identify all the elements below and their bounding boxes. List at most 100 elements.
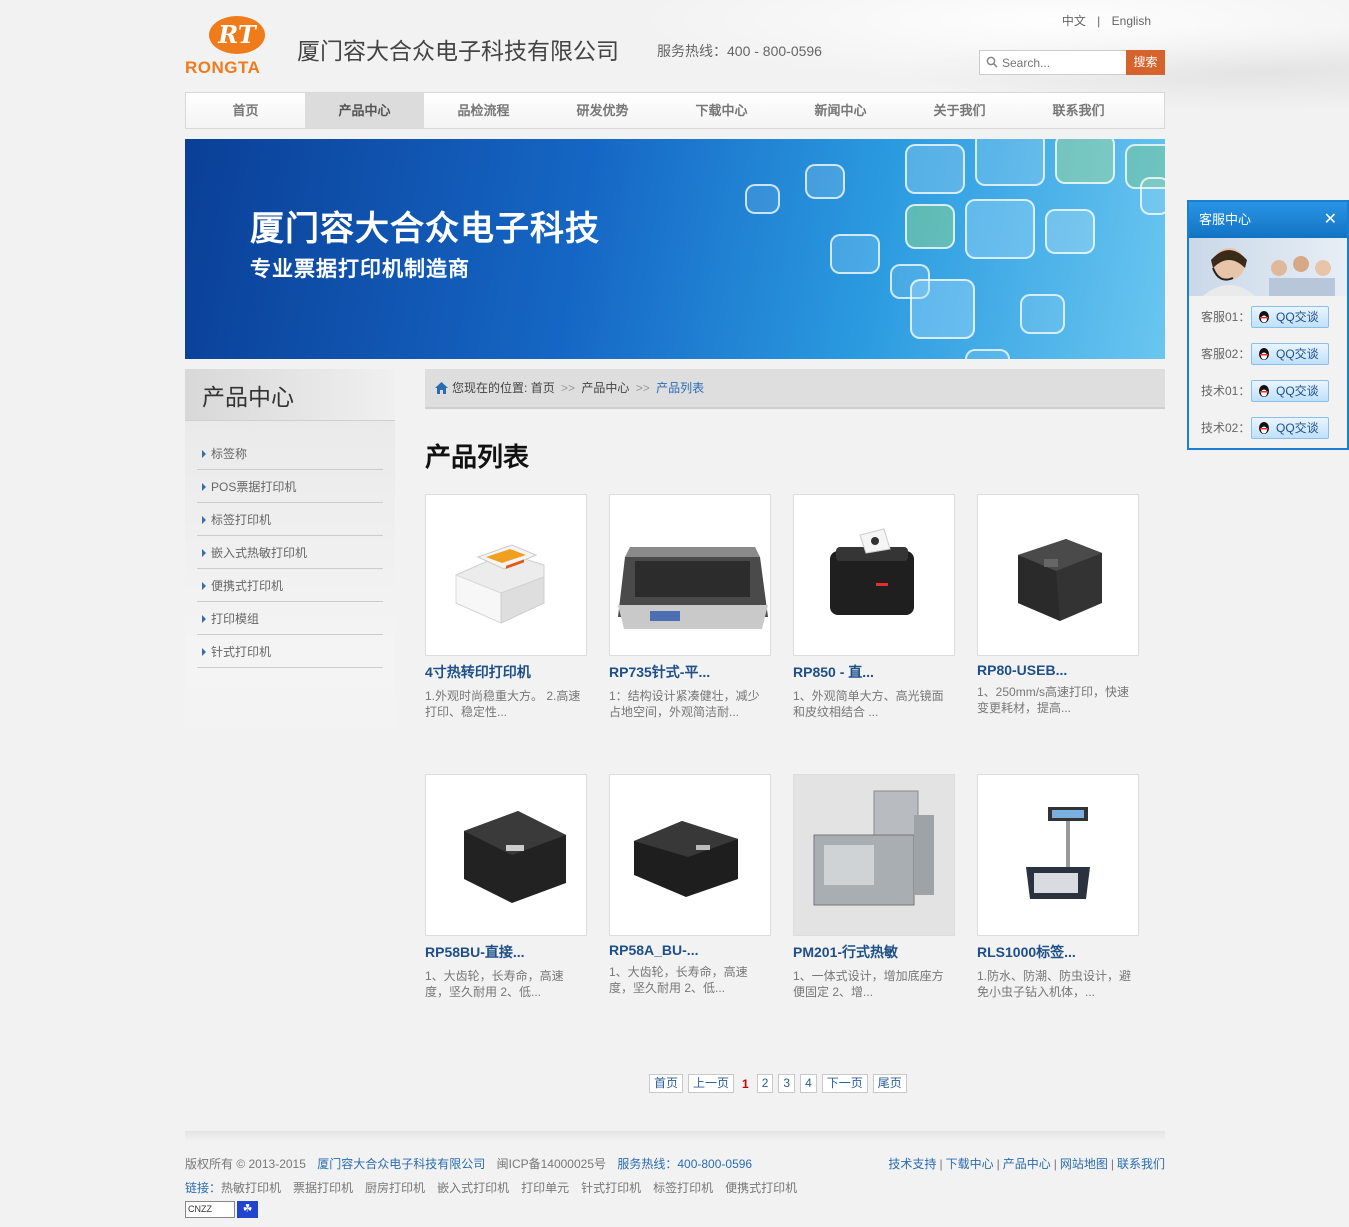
service-row: 客服01：	[1201, 306, 1250, 328]
cnzz-badge[interactable]: CNZZ	[185, 1201, 235, 1218]
print-module-image	[813, 790, 934, 906]
qq-chat-label: QQ交谈	[1276, 310, 1319, 324]
category-item[interactable]: 打印模组	[197, 602, 383, 635]
category-item[interactable]: POS票据打印机	[197, 470, 383, 503]
nav-item-about[interactable]: 关于我们	[900, 93, 1019, 128]
product-name[interactable]: RP58A_BU-...	[609, 942, 771, 958]
product-name[interactable]: PM201-行式热敏	[793, 942, 955, 962]
category-item[interactable]: 针式打印机	[197, 635, 383, 668]
banner-decor	[805, 164, 845, 199]
product-image[interactable]	[977, 494, 1139, 656]
product-name[interactable]: RP80-USEB...	[977, 662, 1139, 678]
breadcrumb-products[interactable]: 产品中心	[581, 381, 629, 395]
product-card[interactable]: RP735针式-平... 1：结构设计紧凑健壮，减少占地空间，外观简洁耐...	[609, 494, 771, 720]
qq-chat-button[interactable]: QQ交谈	[1251, 417, 1329, 439]
receipt-printer-image	[634, 821, 738, 897]
qq-chat-label: QQ交谈	[1276, 384, 1319, 398]
friend-link[interactable]: 便携式打印机	[725, 1181, 797, 1195]
product-card[interactable]: RP58BU-直接... 1、大齿轮，长寿命，高速度，坚久耐用 2、低...	[425, 774, 587, 1000]
breadcrumb-current[interactable]: 产品列表	[656, 381, 704, 395]
home-icon	[435, 382, 448, 394]
nav-item-quality[interactable]: 品检流程	[424, 93, 543, 128]
nav-item-downloads[interactable]: 下载中心	[662, 93, 781, 128]
category-label: 标签打印机	[211, 513, 272, 527]
service-row: 客服02：	[1201, 343, 1250, 365]
friend-link[interactable]: 票据打印机	[293, 1181, 353, 1195]
footer-link[interactable]: 网站地图	[1060, 1157, 1108, 1171]
page-title: 产品列表	[425, 442, 530, 472]
company-name: 厦门容大合众电子科技有限公司	[297, 38, 619, 64]
category-item[interactable]: 便携式打印机	[197, 569, 383, 602]
service-header: 客服中心 ✕	[1189, 202, 1347, 238]
page-number[interactable]: 2	[756, 1074, 774, 1093]
friend-link[interactable]: 热敏打印机	[221, 1181, 281, 1195]
product-image[interactable]	[425, 494, 587, 656]
triangle-bullet-icon	[202, 516, 206, 524]
lang-english-link[interactable]: English	[1112, 14, 1151, 28]
page-number[interactable]: 3	[778, 1074, 796, 1093]
product-name[interactable]: RP850 - 直...	[793, 662, 955, 682]
friend-link[interactable]: 针式打印机	[581, 1181, 641, 1195]
footer-company-link[interactable]: 厦门容大合众电子科技有限公司	[317, 1157, 485, 1171]
close-icon[interactable]: ✕	[1324, 202, 1337, 238]
product-name[interactable]: RLS1000标签...	[977, 942, 1139, 962]
search-icon	[986, 56, 998, 68]
logo[interactable]: RT RONGTA	[185, 14, 289, 78]
friend-link[interactable]: 嵌入式打印机	[437, 1181, 509, 1195]
nav-item-news[interactable]: 新闻中心	[781, 93, 900, 128]
product-image[interactable]	[793, 494, 955, 656]
friend-link[interactable]: 打印单元	[521, 1181, 569, 1195]
footer-links: 技术支持 | 下载中心 | 产品中心 | 网站地图 | 联系我们	[888, 1157, 1165, 1171]
friend-link[interactable]: 标签打印机	[653, 1181, 713, 1195]
qq-chat-button[interactable]: QQ交谈	[1251, 306, 1329, 328]
product-image[interactable]	[609, 494, 771, 656]
product-desc: 1：结构设计紧凑健壮，减少占地空间，外观简洁耐...	[609, 689, 760, 719]
product-image[interactable]	[977, 774, 1139, 936]
product-card[interactable]: RLS1000标签... 1.防水、防潮、防虫设计，避免小虫子钻入机体，...	[977, 774, 1139, 1000]
page-number[interactable]: 4	[800, 1074, 817, 1093]
footer-hotline[interactable]: 服务热线：400-800-0596	[617, 1157, 752, 1171]
baidu-paw-icon[interactable]: ☘	[237, 1201, 258, 1218]
nav-item-products[interactable]: 产品中心	[305, 93, 424, 128]
category-item[interactable]: 标签称	[197, 437, 383, 470]
qq-chat-label: QQ交谈	[1276, 421, 1319, 435]
footer-link[interactable]: 下载中心	[946, 1157, 994, 1171]
stat-badges: CNZZ ☘	[185, 1201, 258, 1218]
receipt-printer-image	[464, 811, 566, 903]
page-next[interactable]: 下一页	[821, 1074, 868, 1093]
product-card[interactable]: 4寸热转印打印机 1.外观时尚稳重大方。 2.高速打印、稳定性...	[425, 494, 587, 720]
product-name[interactable]: RP58BU-直接...	[425, 942, 587, 962]
nav-item-home[interactable]: 首页	[186, 93, 305, 128]
qq-penguin-icon	[1259, 348, 1269, 360]
friend-link[interactable]: 厨房打印机	[365, 1181, 425, 1195]
footer-link[interactable]: 产品中心	[1003, 1157, 1051, 1171]
search-button[interactable]: 搜索	[1126, 50, 1165, 75]
category-item[interactable]: 嵌入式热敏打印机	[197, 536, 383, 569]
service-label: 客服01：	[1201, 310, 1251, 324]
product-card[interactable]: RP850 - 直... 1、外观简单大方、高光镜面和皮纹相结合 ...	[793, 494, 955, 720]
page-last[interactable]: 尾页	[872, 1074, 907, 1093]
page-prev[interactable]: 上一页	[688, 1074, 735, 1093]
qq-chat-button[interactable]: QQ交谈	[1251, 380, 1329, 402]
product-card[interactable]: RP58A_BU-... 1、大齿轮，长寿命，高速度，坚久耐用 2、低...	[609, 774, 771, 996]
lang-chinese-link[interactable]: 中文	[1062, 14, 1086, 28]
product-card[interactable]: PM201-行式热敏 1、一体式设计，增加底座方便固定 2、增...	[793, 774, 955, 1000]
nav-item-rnd[interactable]: 研发优势	[543, 93, 662, 128]
footer-link[interactable]: 技术支持	[888, 1157, 936, 1171]
page-first[interactable]: 首页	[649, 1074, 684, 1093]
nav-item-contact[interactable]: 联系我们	[1019, 93, 1138, 128]
qq-chat-button[interactable]: QQ交谈	[1251, 343, 1329, 365]
product-image[interactable]	[793, 774, 955, 936]
product-name[interactable]: RP735针式-平...	[609, 662, 771, 682]
product-image[interactable]	[609, 774, 771, 936]
breadcrumb-home[interactable]: 首页	[531, 381, 555, 395]
product-image[interactable]	[425, 774, 587, 936]
product-card[interactable]: RP80-USEB... 1、250mm/s高速打印，快速变更耗材，提高...	[977, 494, 1139, 716]
footer-link[interactable]: 联系我们	[1117, 1157, 1165, 1171]
product-name[interactable]: 4寸热转印打印机	[425, 662, 587, 682]
product-desc: 1、大齿轮，长寿命，高速度，坚久耐用 2、低...	[425, 969, 564, 999]
search-input[interactable]	[1002, 53, 1122, 72]
banner-decor	[1020, 294, 1065, 334]
category-item[interactable]: 标签打印机	[197, 503, 383, 536]
service-row: 技术02：	[1201, 417, 1250, 439]
